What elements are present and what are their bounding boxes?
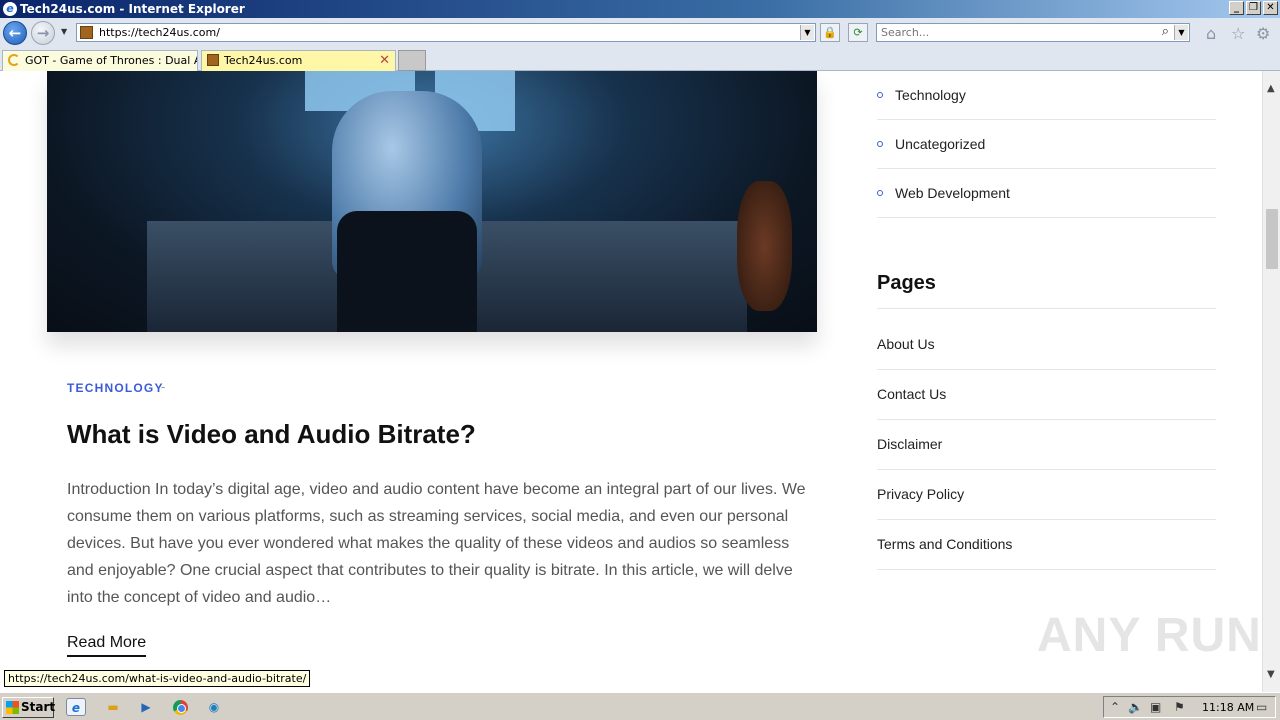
divider bbox=[877, 308, 1216, 309]
page-viewport: TECHNOLOGY - What is Video and Audio Bit… bbox=[0, 71, 1262, 692]
restore-icon[interactable]: ❐ bbox=[1246, 1, 1261, 15]
category-label[interactable]: Technology bbox=[895, 87, 966, 103]
sidebar-page-terms[interactable]: Terms and Conditions bbox=[877, 520, 1216, 570]
sidebar-page-contact-us[interactable]: Contact Us bbox=[877, 370, 1216, 420]
anyrun-watermark: ANY RUN bbox=[1037, 609, 1262, 662]
sidebar-category-uncategorized[interactable]: Uncategorized bbox=[877, 120, 1216, 169]
close-icon[interactable]: ✕ bbox=[1263, 1, 1278, 15]
search-input[interactable] bbox=[881, 25, 1151, 40]
start-button[interactable]: Start bbox=[2, 697, 56, 718]
status-hover-url: https://tech24us.com/what-is-video-and-a… bbox=[4, 670, 311, 687]
navigation-bar: ← → ▼ ▼ 🔒 ⟳ ⌕ ▼ ⌂ ☆ ⚙ bbox=[0, 18, 1280, 48]
loading-spinner-icon bbox=[8, 54, 20, 66]
vertical-scrollbar[interactable]: ▲ ▼ bbox=[1262, 71, 1280, 692]
sidebar-category-technology[interactable]: Technology bbox=[877, 71, 1216, 120]
clock[interactable]: 11:18 AM bbox=[1202, 701, 1254, 714]
sidebar-page-about-us[interactable]: About Us bbox=[877, 320, 1216, 370]
search-icon[interactable]: ⌕ bbox=[1162, 24, 1169, 39]
tab-close-icon[interactable]: ✕ bbox=[379, 51, 390, 70]
pages-heading: Pages bbox=[877, 272, 936, 294]
address-bar[interactable]: ▼ bbox=[76, 23, 816, 42]
start-label: Start bbox=[21, 700, 56, 714]
refresh-icon[interactable]: ⟳ bbox=[848, 23, 868, 42]
windows-logo-icon bbox=[6, 701, 19, 714]
action-center-flag-icon[interactable]: ⚑ bbox=[1174, 700, 1185, 714]
show-desktop-icon[interactable]: ▭ bbox=[1256, 700, 1267, 714]
ie-taskbar-icon[interactable]: e bbox=[66, 698, 86, 716]
history-dropdown-icon[interactable]: ▼ bbox=[61, 27, 67, 36]
tray-expand-icon[interactable]: ⌃ bbox=[1110, 700, 1120, 714]
post-excerpt: Introduction In today’s digital age, vid… bbox=[67, 481, 806, 606]
bullet-icon bbox=[877, 141, 883, 147]
chair-shape bbox=[337, 211, 477, 332]
tab-tech24us[interactable]: Tech24us.com ✕ bbox=[201, 50, 396, 71]
sidebar-category-web-development[interactable]: Web Development bbox=[877, 169, 1216, 218]
scroll-up-icon[interactable]: ▲ bbox=[1267, 83, 1275, 94]
network-icon[interactable]: ▣ bbox=[1150, 700, 1161, 714]
folder-taskbar-icon[interactable]: ▬ bbox=[103, 698, 123, 716]
read-more-link[interactable]: Read More bbox=[67, 634, 147, 657]
window-titlebar: e Tech24us.com - Internet Explorer _ ❐ ✕ bbox=[0, 0, 1280, 18]
search-box[interactable]: ⌕ ▼ bbox=[876, 23, 1190, 42]
bullet-icon bbox=[877, 190, 883, 196]
back-button[interactable]: ← bbox=[3, 21, 27, 45]
forward-button[interactable]: → bbox=[31, 21, 55, 45]
tab-label: Tech24us.com bbox=[224, 54, 303, 67]
post-title[interactable]: What is Video and Audio Bitrate? bbox=[67, 419, 476, 450]
site-favicon-icon bbox=[207, 54, 219, 66]
tab-bar: GOT - Game of Thrones : Dual A... Tech24… bbox=[0, 48, 1280, 71]
window-controls: _ ❐ ✕ bbox=[1229, 1, 1278, 15]
volume-icon[interactable]: 🔈 bbox=[1128, 700, 1143, 714]
category-label[interactable]: Web Development bbox=[895, 185, 1010, 201]
edge-taskbar-icon[interactable]: ◉ bbox=[204, 698, 224, 716]
category-label[interactable]: Uncategorized bbox=[895, 136, 985, 152]
taskbar: Start e ▬ ▶ ◉ ⌃ 🔈 ▣ ⚑ 11:18 AM ▭ bbox=[0, 692, 1280, 720]
chrome-taskbar-icon[interactable] bbox=[170, 698, 190, 716]
tab-label: GOT - Game of Thrones : Dual A... bbox=[25, 54, 198, 67]
address-input[interactable] bbox=[99, 25, 789, 40]
home-icon[interactable]: ⌂ bbox=[1206, 24, 1216, 43]
address-dropdown-icon[interactable]: ▼ bbox=[800, 25, 814, 40]
new-tab-button[interactable] bbox=[398, 50, 426, 71]
scrollbar-thumb[interactable] bbox=[1266, 209, 1278, 269]
search-dropdown-icon[interactable]: ▼ bbox=[1174, 25, 1188, 40]
ie-logo-icon: e bbox=[3, 2, 17, 16]
system-tray: ⌃ 🔈 ▣ ⚑ 11:18 AM ▭ bbox=[1103, 696, 1276, 718]
post-featured-image[interactable] bbox=[47, 71, 817, 332]
sidebar-page-privacy-policy[interactable]: Privacy Policy bbox=[877, 470, 1216, 520]
scroll-down-icon[interactable]: ▼ bbox=[1267, 669, 1275, 680]
post-category-link[interactable]: TECHNOLOGY bbox=[67, 381, 164, 395]
site-favicon-icon bbox=[80, 26, 93, 39]
settings-gear-icon[interactable]: ⚙ bbox=[1256, 24, 1270, 43]
category-separator: - bbox=[161, 380, 166, 394]
media-player-taskbar-icon[interactable]: ▶ bbox=[136, 698, 156, 716]
favorites-star-icon[interactable]: ☆ bbox=[1231, 24, 1245, 43]
guitar-shape bbox=[737, 181, 792, 311]
sidebar-page-disclaimer[interactable]: Disclaimer bbox=[877, 420, 1216, 470]
bullet-icon bbox=[877, 92, 883, 98]
minimize-icon[interactable]: _ bbox=[1229, 1, 1244, 15]
window-title: Tech24us.com - Internet Explorer bbox=[20, 2, 245, 16]
tab-got[interactable]: GOT - Game of Thrones : Dual A... bbox=[2, 50, 198, 71]
lock-icon[interactable]: 🔒 bbox=[820, 23, 840, 42]
